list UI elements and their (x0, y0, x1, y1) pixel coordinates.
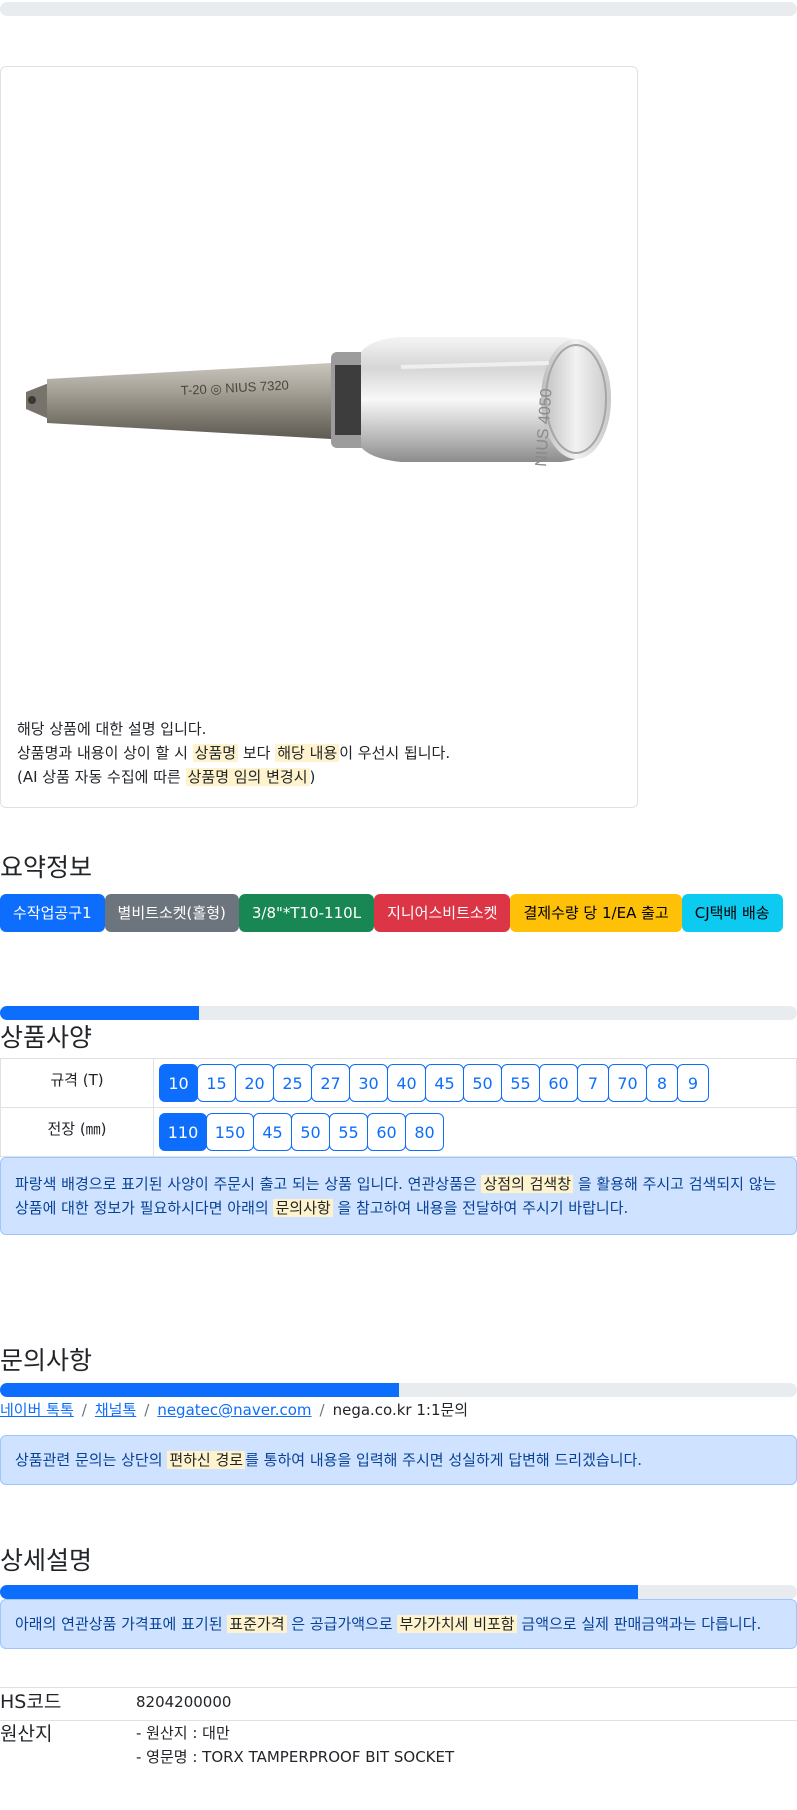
spec-option[interactable]: 55 (329, 1113, 368, 1151)
spec-row: 전장 (㎜) 110 150 45 50 55 60 80 (0, 1107, 797, 1157)
spec-option[interactable]: 15 (197, 1064, 236, 1102)
spec-option[interactable]: 10 (159, 1064, 198, 1102)
highlight-channels: 편하신 경로 (167, 1451, 246, 1469)
summary-title: 요약정보 (0, 853, 93, 882)
spec-option[interactable]: 50 (291, 1113, 330, 1151)
spec-option[interactable]: 40 (387, 1064, 426, 1102)
spec-option[interactable]: 25 (273, 1064, 312, 1102)
highlight-vat: 부가가치세 비포함 (397, 1615, 517, 1633)
spec-option[interactable]: 110 (159, 1113, 207, 1151)
spec-row-label: 규격 (T) (0, 1058, 154, 1108)
channel-talk-link[interactable]: 채널톡 (95, 1401, 136, 1419)
spec-row: 규격 (T) 10 15 20 25 27 30 40 45 50 55 60 7 70 8 9 (0, 1058, 797, 1108)
inquiry-links: 네이버 톡톡 / 채널톡 / negatec@naver.com / nega.co.kr … (0, 1401, 469, 1419)
spec-title: 상품사양 (0, 1023, 93, 1052)
summary-badge: CJ택배 배송 (681, 894, 783, 932)
product-image: T-20 ◎ NIUS 7320 NIUS 4050 (26, 337, 611, 467)
site-inquiry-text: nega.co.kr 1:1문의 (332, 1401, 469, 1419)
spec-option[interactable]: 150 (206, 1113, 254, 1151)
spec-option[interactable]: 7 (577, 1064, 609, 1102)
spec-option[interactable]: 20 (235, 1064, 274, 1102)
spec-option[interactable]: 80 (405, 1113, 444, 1151)
inquiry-title: 문의사항 (0, 1346, 93, 1375)
summary-badge: 수작업공구1 (0, 894, 105, 932)
spec-option[interactable]: 27 (311, 1064, 350, 1102)
hs-code-row: HS코드 8204200000 (0, 1687, 797, 1720)
origin-row: 원산지 - 원산지 : 대만 - 영문명 : TORX TAMPERPROOF … (0, 1720, 797, 1769)
summary-badges: 수작업공구1 별비트소켓(홀형) 3/8"*T10-110L 지니어스비트소켓 결제수량… (0, 894, 797, 932)
email-link[interactable]: negatec@naver.com (157, 1401, 311, 1419)
spec-option[interactable]: 8 (646, 1064, 678, 1102)
product-notice: 해당 상품에 대한 설명 입니다. 상품명과 내용이 상이 할 시 상품명 보다… (17, 720, 451, 786)
summary-badge: 3/8"*T10-110L (238, 894, 375, 932)
detail-alert: 아래의 연관상품 가격표에 표기된 표준가격 은 공급가액으로 부가가치세 비포… (0, 1599, 797, 1649)
origin-country: - 원산지 : 대만 (136, 1724, 230, 1742)
highlight-content: 해당 내용 (275, 744, 340, 762)
summary-badge: 별비트소켓(홀형) (104, 894, 239, 932)
highlight-rename: 상품명 임의 변경시 (185, 768, 310, 786)
spec-option[interactable]: 55 (501, 1064, 540, 1102)
top-progress (0, 2, 797, 16)
detail-progress (0, 1585, 797, 1599)
spec-option[interactable]: 45 (253, 1113, 292, 1151)
naver-talk-link[interactable]: 네이버 톡톡 (0, 1401, 74, 1419)
product-image-card: T-20 ◎ NIUS 7320 NIUS 4050 해당 상품에 대한 설명 … (0, 66, 638, 808)
detail-title: 상세설명 (0, 1546, 93, 1575)
spec-option[interactable]: 50 (463, 1064, 502, 1102)
highlight-search-box: 상점의 검색창 (481, 1175, 574, 1193)
inquiry-alert: 상품관련 문의는 상단의 편하신 경로 를 통하여 내용을 입력해 주시면 성실하… (0, 1435, 797, 1485)
summary-badge: 결제수량 당 1/EA 출고 (510, 894, 682, 932)
spec-table: 규격 (T) 10 15 20 25 27 30 40 45 50 55 60 7 70 8 9 전장 (㎜) 1… (0, 1058, 797, 1157)
spec-option[interactable]: 45 (425, 1064, 464, 1102)
spec-row-label: 전장 (㎜) (0, 1107, 154, 1157)
inquiry-progress (0, 1383, 797, 1397)
highlight-product-name: 상품명 (192, 744, 239, 762)
spec-alert: 파랑색 배경으로 표기된 사양이 주문시 출고 되는 상품 입니다. 연관상품은… (0, 1157, 797, 1235)
highlight-standard-price: 표준가격 (227, 1615, 287, 1633)
hs-code-value: 8204200000 (136, 1693, 232, 1711)
spec-option[interactable]: 60 (539, 1064, 578, 1102)
origin-label: 원산지 (0, 1723, 53, 1745)
summary-badge: 지니어스비트소켓 (374, 894, 511, 932)
origin-english-name: - 영문명 : TORX TAMPERPROOF BIT SOCKET (136, 1748, 455, 1766)
spec-option[interactable]: 60 (367, 1113, 406, 1151)
spec-option[interactable]: 70 (608, 1064, 647, 1102)
hs-code-label: HS코드 (0, 1691, 62, 1713)
spec-option[interactable]: 9 (677, 1064, 709, 1102)
highlight-inquiry: 문의사항 (273, 1199, 333, 1217)
spec-option[interactable]: 30 (349, 1064, 388, 1102)
